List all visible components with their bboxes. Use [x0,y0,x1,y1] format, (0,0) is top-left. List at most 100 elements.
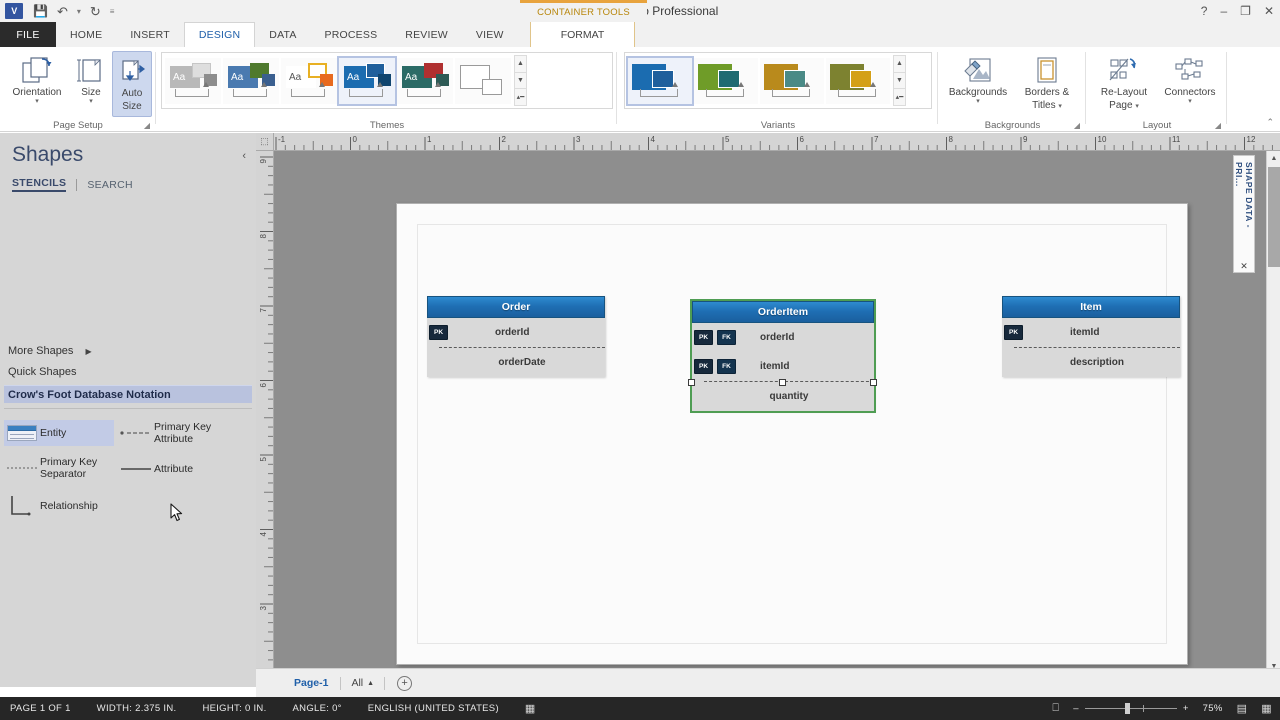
tab-home[interactable]: HOME [56,22,116,47]
stencil-item-relationship[interactable]: Relationship [4,495,134,517]
tab-review[interactable]: REVIEW [391,22,462,47]
fit-window-icon[interactable]: ▦ [1261,702,1272,715]
save-icon[interactable]: 💾 [33,5,48,17]
minimize-icon[interactable]: – [1220,4,1227,18]
variant-thumb-0[interactable] [626,55,694,106]
stencil-item-primary-key-separator[interactable]: Primary Key Separator [4,452,114,484]
page-setup-dialog-launcher-icon[interactable]: ◢ [144,121,150,130]
selection-handle[interactable] [870,379,877,386]
theme-thumb-1[interactable]: Aa [223,57,279,104]
status-width[interactable]: WIDTH: 2.375 IN. [97,703,177,714]
variant-thumb-3[interactable] [826,57,890,104]
status-angle[interactable]: ANGLE: 0° [293,703,342,714]
more-shapes-link[interactable]: More Shapes ▶ [8,345,92,357]
theme-thumb-3[interactable]: Aa [337,55,397,106]
ruler-origin-button[interactable]: ⬚ [256,133,274,151]
quick-shapes-link[interactable]: Quick Shapes [8,366,76,378]
zoom-in-button[interactable]: + [1183,703,1189,714]
theme-thumb-0[interactable]: Aa [165,57,221,104]
entity-shape[interactable]: Order PK orderId orderDate [427,296,605,377]
shape-data-close-icon[interactable]: ✕ [1240,261,1248,272]
add-page-button[interactable]: + [397,675,413,691]
stencil-header-crows-foot[interactable]: Crow's Foot Database Notation [4,385,252,403]
connectors-button[interactable]: Connectors ▾ [1157,51,1223,117]
theme-thumb-5[interactable] [455,57,511,104]
entity-attribute-row[interactable]: PK orderId [427,318,605,347]
tab-search[interactable]: SEARCH [87,179,133,191]
status-language[interactable]: ENGLISH (UNITED STATES) [368,703,499,714]
presentation-mode-icon[interactable]: ⎕ [1052,702,1059,715]
variants-scroll-down-icon[interactable]: ▼ [893,71,906,89]
backgrounds-button[interactable]: Backgrounds ▾ [943,51,1013,117]
entity-shape[interactable]: Item PK itemId description [1002,296,1180,377]
zoom-out-button[interactable]: – [1073,703,1079,714]
entity-shape[interactable]: OrderItem PK FK orderId PK FK itemId quantity [688,299,877,413]
variant-thumb-2[interactable] [760,57,824,104]
stencil-item-primary-key-attribute[interactable]: Primary Key Attribute [118,417,246,449]
variants-gallery[interactable]: ▲ ▼ ▴━ [624,52,932,109]
themes-gallery[interactable]: Aa Aa Aa Aa Aa ▲ ▼ ▴━ [161,52,613,109]
status-height[interactable]: HEIGHT: 0 IN. [202,703,266,714]
customize-qat-icon[interactable]: ≡ [110,7,115,16]
theme-thumb-4[interactable]: Aa [397,57,453,104]
themes-scroll-up-icon[interactable]: ▲ [514,55,527,72]
borders-titles-caret-icon[interactable]: ▾ [1058,103,1062,110]
undo-icon[interactable]: ↶ [57,5,68,18]
shape-data-panel-tab[interactable]: SHAPE DATA - PRI... ✕ [1233,155,1255,273]
fit-page-icon[interactable]: ▤ [1237,702,1248,715]
entity-attribute-row[interactable]: quantity [692,382,874,411]
themes-scroll-down-icon[interactable]: ▼ [514,71,527,89]
orientation-caret-icon[interactable]: ▾ [35,98,39,105]
all-pages-button[interactable]: All ▲ [341,677,384,689]
zoom-slider[interactable]: – + [1073,703,1188,714]
close-icon[interactable]: ✕ [1264,4,1274,18]
auto-size-button[interactable]: Auto Size [112,51,152,117]
theme-thumb-2[interactable]: Aa [281,57,337,104]
variants-scroll-up-icon[interactable]: ▲ [893,55,906,72]
zoom-level-label[interactable]: 75% [1203,703,1223,714]
page-tab-page-1[interactable]: Page-1 [282,677,340,689]
vertical-scrollbar[interactable]: ▲ ▼ [1266,151,1280,687]
entity-attribute-row[interactable]: PK FK itemId [692,352,874,381]
horizontal-ruler[interactable]: -1 0 1 2 3 4 5 6 7 8 9 10 11 12 [274,133,1280,151]
themes-gallery-scroll[interactable]: ▲ ▼ ▴━ [514,55,527,107]
tab-format[interactable]: FORMAT [530,22,635,47]
redo-icon[interactable]: ↻ [90,5,101,18]
variants-more-icon[interactable]: ▴━ [893,88,906,107]
status-page-count[interactable]: PAGE 1 OF 1 [10,703,71,714]
macro-record-icon[interactable]: ▦ [525,702,536,715]
entity-attribute-row[interactable]: description [1002,348,1180,377]
tab-file[interactable]: FILE [0,22,56,47]
help-icon[interactable]: ? [1201,4,1208,18]
zoom-track[interactable] [1084,703,1177,714]
tab-view[interactable]: VIEW [462,22,518,47]
themes-more-icon[interactable]: ▴━ [514,88,527,107]
connectors-caret-icon[interactable]: ▾ [1188,98,1192,105]
undo-caret-icon[interactable]: ▾ [77,7,81,16]
relayout-page-button[interactable]: Re-Layout Page ▾ [1091,51,1157,117]
layout-dialog-launcher-icon[interactable]: ◢ [1215,121,1221,130]
vertical-ruler[interactable]: 987654321 [256,151,274,687]
shapes-panel-collapse-icon[interactable]: ‹ [242,150,246,162]
variants-gallery-scroll[interactable]: ▲ ▼ ▴━ [893,55,906,107]
stencil-item-attribute[interactable]: Attribute [118,458,246,480]
zoom-thumb[interactable] [1124,703,1130,714]
tab-data[interactable]: DATA [255,22,310,47]
page-sheet[interactable]: Order PK orderId orderDate OrderItem PK FK orde… [396,203,1188,665]
entity-attribute-row[interactable]: PK itemId [1002,318,1180,347]
tab-process[interactable]: PROCESS [311,22,392,47]
relayout-page-caret-icon[interactable]: ▾ [1135,103,1139,110]
borders-titles-button[interactable]: Borders & Titles ▾ [1013,51,1081,117]
orientation-button[interactable]: Orientation ▾ [4,51,70,117]
collapse-ribbon-icon[interactable]: ⌃ [1266,117,1274,128]
entity-attribute-row[interactable]: orderDate [427,348,605,377]
variant-thumb-1[interactable] [694,57,758,104]
backgrounds-dialog-launcher-icon[interactable]: ◢ [1074,121,1080,130]
page-viewport[interactable]: Order PK orderId orderDate OrderItem PK FK orde… [274,151,1280,687]
backgrounds-caret-icon[interactable]: ▾ [976,98,980,105]
restore-icon[interactable]: ❐ [1240,4,1251,18]
stencil-item-entity[interactable]: Entity [4,420,114,446]
size-button[interactable]: Size ▾ [70,51,112,117]
size-caret-icon[interactable]: ▾ [89,98,93,105]
entity-attribute-row[interactable]: PK FK orderId [692,323,874,352]
